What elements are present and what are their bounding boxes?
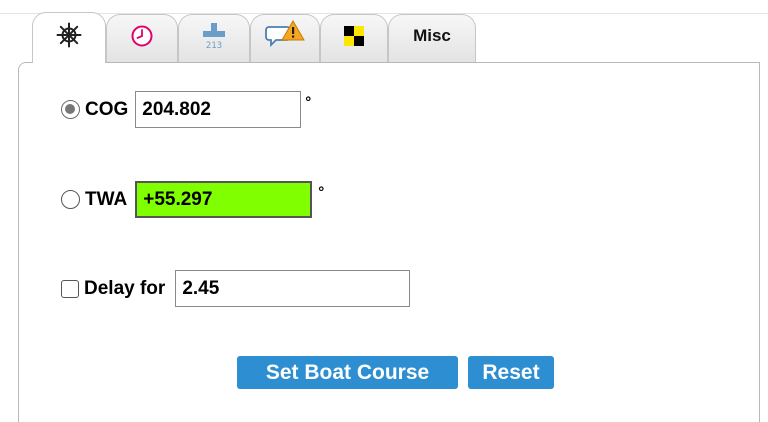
delay-checkbox[interactable]: [61, 279, 79, 298]
twa-label: TWA: [85, 188, 128, 210]
tab-messages[interactable]: [250, 14, 320, 62]
delay-label: Delay for: [84, 277, 166, 299]
delay-input[interactable]: [175, 270, 411, 307]
delay-row: Delay for: [61, 270, 411, 307]
helm-wheel-icon: [56, 22, 82, 48]
tab-clock[interactable]: [106, 14, 178, 62]
set-boat-course-button[interactable]: Set Boat Course: [237, 356, 458, 389]
altitude-213-icon: 213: [203, 22, 225, 51]
tab-misc-label: Misc: [413, 25, 451, 45]
reset-button[interactable]: Reset: [468, 356, 554, 389]
chat-warning-icon: [265, 19, 305, 47]
cog-degree-unit: °: [305, 94, 312, 111]
black-yellow-flag-icon: [344, 25, 364, 46]
tab-altitude[interactable]: 213: [178, 14, 250, 62]
twa-radio[interactable]: [61, 190, 80, 209]
cog-label: COG: [85, 98, 129, 120]
cog-radio[interactable]: [61, 100, 80, 119]
tab-misc[interactable]: Misc: [388, 14, 476, 62]
cog-input[interactable]: [135, 91, 302, 128]
tab-flag[interactable]: [320, 14, 388, 62]
clock-icon: [131, 25, 153, 46]
twa-degree-unit: °: [318, 184, 325, 201]
twa-input[interactable]: [135, 181, 313, 218]
twa-row: TWA °: [61, 181, 324, 218]
cog-row: COG °: [61, 91, 311, 128]
tab-bar: 213 Misc: [0, 0, 768, 63]
tab-helm[interactable]: [32, 12, 106, 63]
altitude-213-text: 213: [206, 41, 222, 51]
